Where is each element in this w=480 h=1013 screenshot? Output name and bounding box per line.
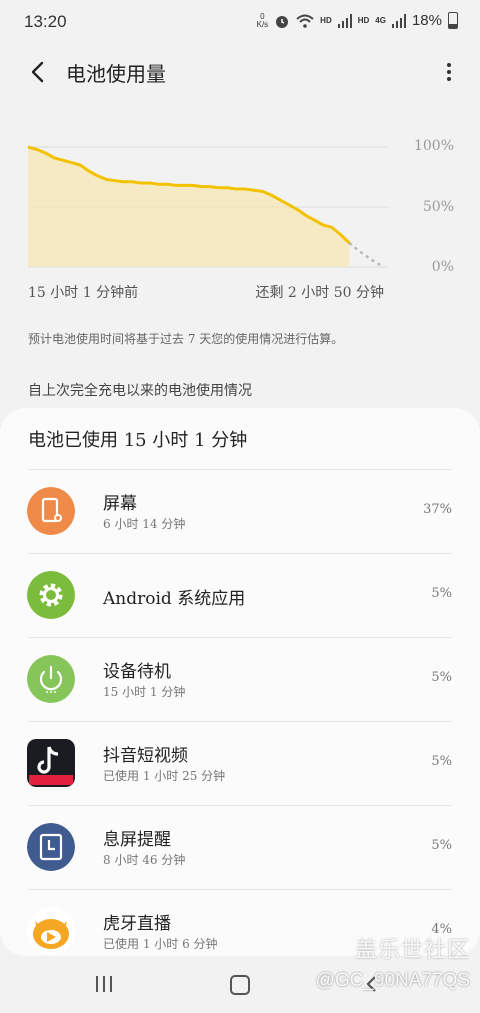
battery-usage-chart: 100% 50% 0% 15 小时 1 分钟前 还剩 2 小时 50 分钟: [0, 130, 480, 301]
more-options-icon[interactable]: [442, 58, 456, 86]
app-usage-time: 已使用 1 小时 25 分钟: [103, 769, 226, 783]
app-percent: 5%: [431, 670, 452, 685]
signal-icon-1: [337, 13, 352, 28]
list-item-always-on-display[interactable]: 息屏提醒 8 小时 46 分钟 5%: [0, 805, 480, 889]
app-name: 屏幕: [103, 494, 137, 514]
divider: [28, 637, 452, 638]
status-time: 13:20: [24, 12, 67, 31]
y-tick-label: 100%: [413, 138, 454, 154]
recent-apps-icon[interactable]: [96, 976, 114, 992]
always-on-display-icon: [27, 823, 75, 871]
battery-icon: [448, 12, 458, 29]
hd-label-1: HD: [320, 16, 332, 25]
back-arrow-icon[interactable]: [24, 58, 52, 86]
home-icon[interactable]: [230, 975, 250, 995]
app-percent: 5%: [431, 754, 452, 769]
signal-icon-2: [391, 13, 406, 28]
app-percent: 5%: [431, 586, 452, 601]
projection-line: [348, 242, 385, 269]
net-speed: 0 K/s: [256, 11, 269, 29]
wifi-icon: [296, 14, 314, 28]
app-usage-time: 6 小时 14 分钟: [103, 517, 186, 531]
app-usage-time: 15 小时 1 分钟: [103, 685, 186, 699]
section-title: 自上次完全充电以来的电池使用情况: [28, 383, 252, 399]
app-name: 设备待机: [103, 662, 171, 682]
list-item-douyin[interactable]: 抖音短视频 已使用 1 小时 25 分钟 5%: [0, 721, 480, 805]
power-icon: [27, 655, 75, 703]
chart-plot: [27, 145, 388, 269]
watermark-brand: 盖乐世社区: [354, 937, 470, 962]
alarm-icon: [276, 15, 289, 28]
usage-card: 电池已使用 15 小时 1 分钟 屏幕 6 小时 14 分钟 37% Andro…: [0, 408, 480, 956]
x-start-label: 15 小时 1 分钟前: [28, 285, 139, 301]
watermark-user: @GC_90NA77QS: [315, 970, 470, 991]
app-percent: 37%: [423, 502, 452, 517]
gear-icon: [27, 571, 75, 619]
estimate-note: 预计电池使用时间将基于过去 7 天您的使用情况进行估算。: [28, 332, 344, 346]
screen-icon: [27, 487, 75, 535]
divider: [28, 721, 452, 722]
app-name: Android 系统应用: [103, 589, 246, 609]
list-item-standby[interactable]: 设备待机 15 小时 1 分钟 5%: [0, 637, 480, 721]
app-name: 虎牙直播: [103, 914, 171, 934]
divider: [28, 553, 452, 554]
divider: [28, 805, 452, 806]
app-usage-time: 8 小时 46 分钟: [103, 853, 186, 867]
usage-total: 电池已使用 15 小时 1 分钟: [28, 430, 248, 451]
page-title: 电池使用量: [66, 62, 166, 86]
douyin-icon: [27, 739, 75, 787]
lte-label: 4G: [375, 16, 386, 25]
list-item-screen[interactable]: 屏幕 6 小时 14 分钟 37%: [0, 469, 480, 553]
divider: [28, 889, 452, 890]
huya-icon: [27, 907, 75, 955]
app-bar: 电池使用量: [0, 44, 480, 100]
status-bar: 13:20 0 K/s HD HD 4G 18%: [0, 0, 480, 44]
app-percent: 5%: [431, 838, 452, 853]
app-usage-time: 已使用 1 小时 6 分钟: [103, 937, 218, 951]
hd-label-2: HD: [357, 16, 370, 25]
y-tick-label: 0%: [431, 259, 454, 275]
y-tick-label: 50%: [422, 199, 454, 215]
app-name: 息屏提醒: [103, 830, 171, 850]
list-item-android-system[interactable]: Android 系统应用 5%: [0, 553, 480, 637]
divider: [28, 469, 452, 470]
app-name: 抖音短视频: [103, 746, 188, 766]
x-end-label: 还剩 2 小时 50 分钟: [255, 285, 384, 301]
battery-percent: 18%: [411, 12, 442, 29]
status-icons: 0 K/s HD HD 4G 18%: [257, 12, 458, 29]
